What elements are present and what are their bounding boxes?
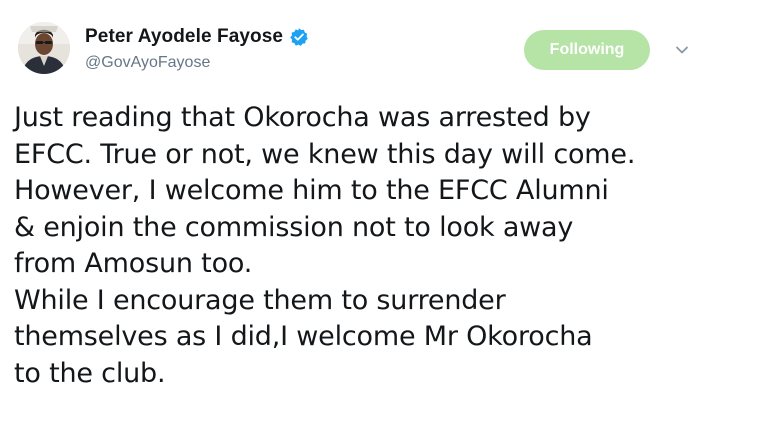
- user-handle[interactable]: @GovAyoFayose: [85, 54, 309, 72]
- name-row: Peter Ayodele Fayose: [85, 24, 309, 50]
- tweet-card: Peter Ayodele Fayose @GovAyoFayose Follo…: [0, 0, 768, 427]
- display-name[interactable]: Peter Ayodele Fayose: [85, 26, 283, 48]
- avatar[interactable]: [18, 22, 70, 74]
- user-info: Peter Ayodele Fayose @GovAyoFayose: [85, 24, 309, 72]
- following-button[interactable]: Following: [524, 30, 650, 70]
- chevron-down-icon[interactable]: [672, 40, 692, 60]
- verified-badge-icon: [289, 27, 309, 47]
- avatar-image: [18, 22, 70, 74]
- tweet-text: Just reading that Okorocha was arrested …: [14, 102, 636, 389]
